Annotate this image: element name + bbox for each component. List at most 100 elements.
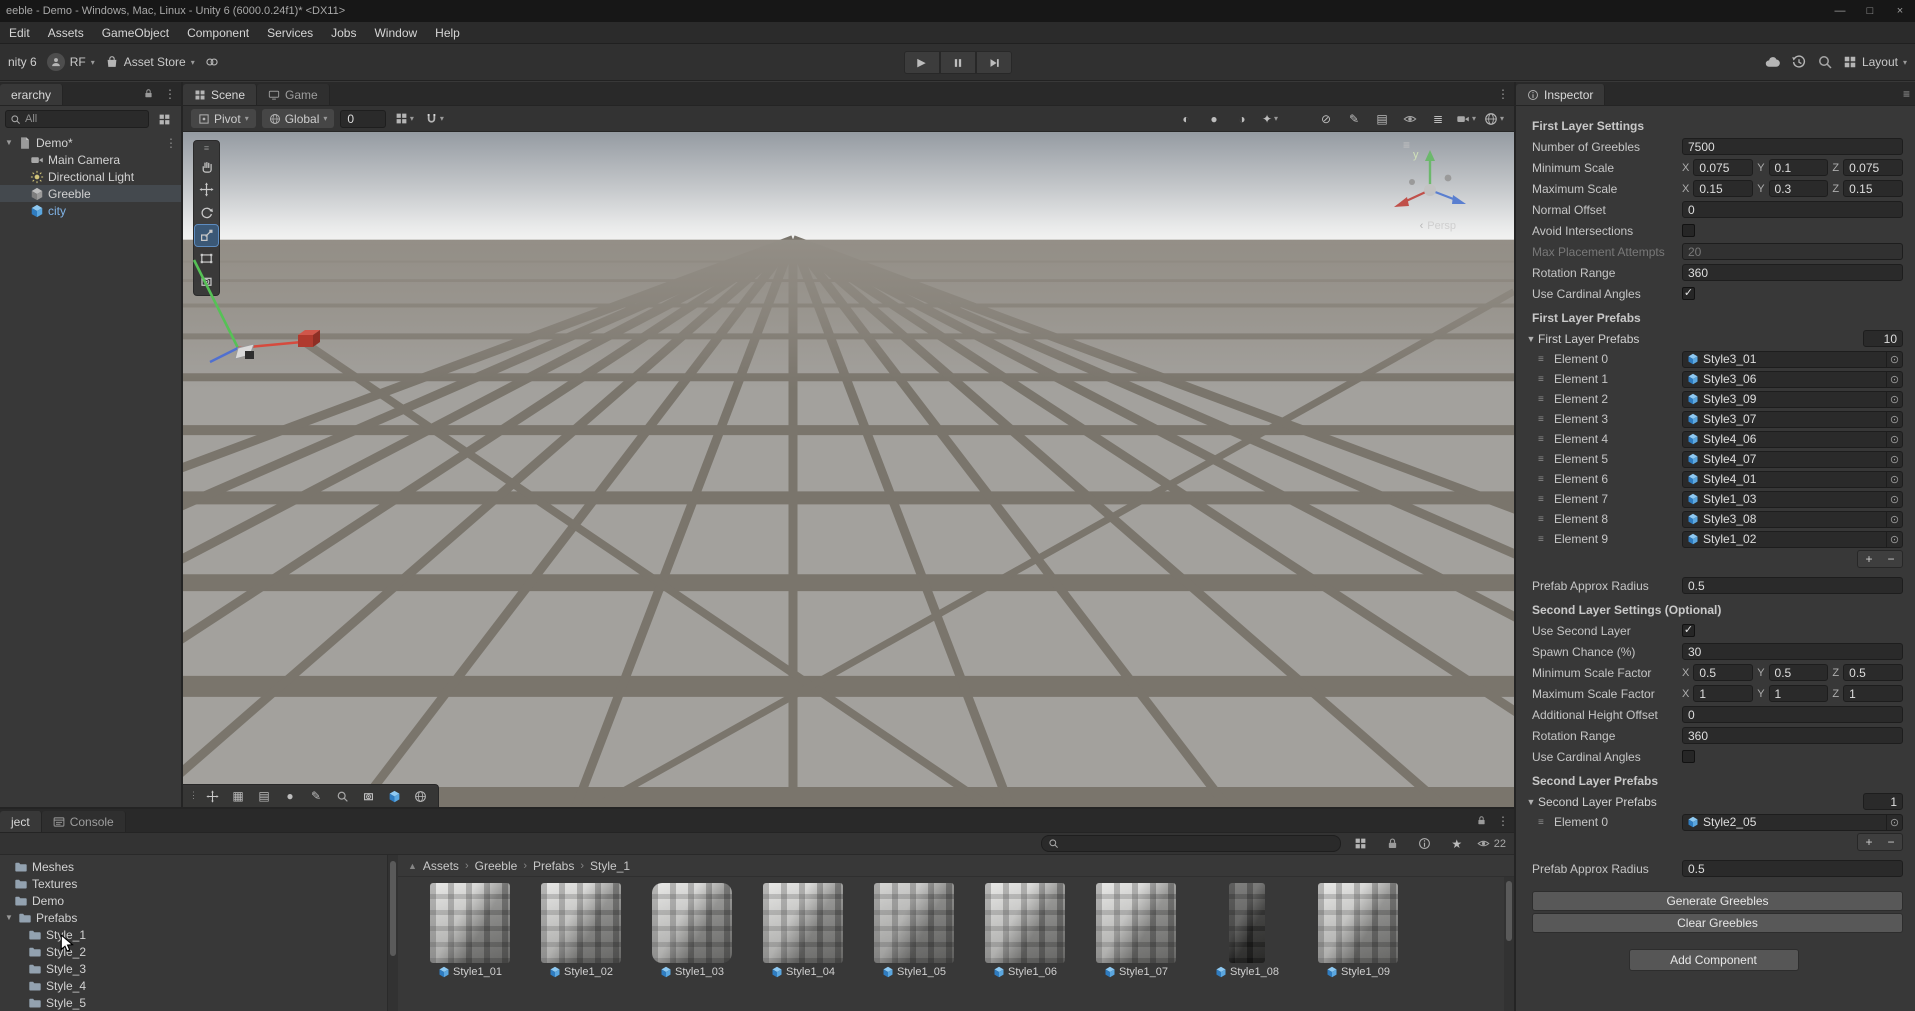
search-by-type-icon[interactable]: [1349, 834, 1373, 854]
array-size-field[interactable]: 10: [1863, 330, 1903, 347]
hierarchy-search-input[interactable]: All: [5, 110, 149, 128]
prefab-approx-radius-2-field[interactable]: 0.5: [1682, 860, 1903, 877]
search-filter-icon[interactable]: [153, 113, 176, 126]
object-field[interactable]: Style3_01 ⊙: [1682, 350, 1903, 368]
normal-offset-field[interactable]: 0: [1682, 201, 1903, 218]
history-icon[interactable]: [1791, 54, 1807, 70]
transform-gizmo[interactable]: [183, 252, 322, 392]
min-scale-z-field[interactable]: 0.075: [1843, 159, 1903, 176]
asset-store-dropdown[interactable]: Asset Store ▾: [105, 55, 195, 69]
hierarchy-item-directional-light[interactable]: Directional Light: [0, 168, 181, 185]
vertex-snap-icon[interactable]: ▤: [252, 786, 276, 806]
rotation-range-2-field[interactable]: 360: [1682, 727, 1903, 744]
folder-style-4[interactable]: Style_4: [0, 977, 387, 994]
tree-scrollbar[interactable]: [388, 855, 398, 1011]
first-layer-prefabs-foldout[interactable]: ▼ First Layer Prefabs 10: [1524, 328, 1903, 349]
foldout-icon[interactable]: ▼: [4, 913, 14, 922]
object-picker-icon[interactable]: ⊙: [1886, 451, 1902, 467]
grid-snap-icon[interactable]: ▦: [226, 786, 250, 806]
max-scale-factor-y-field[interactable]: 1: [1768, 685, 1829, 702]
menu-services[interactable]: Services: [258, 26, 322, 40]
foldout-icon[interactable]: ▼: [1524, 334, 1538, 344]
lock-icon[interactable]: [138, 82, 159, 105]
grid-size-field[interactable]: 0: [340, 109, 387, 128]
max-scale-x-field[interactable]: 0.15: [1693, 180, 1754, 197]
object-field[interactable]: Style3_06 ⊙: [1682, 370, 1903, 388]
breadcrumb-greeble[interactable]: Greeble: [475, 859, 518, 873]
maximize-button[interactable]: □: [1855, 0, 1885, 22]
min-scale-factor-z-field[interactable]: 0.5: [1843, 664, 1903, 681]
object-field[interactable]: Style4_07 ⊙: [1682, 450, 1903, 468]
second-layer-prefabs-foldout[interactable]: ▼ Second Layer Prefabs 1: [1524, 791, 1903, 812]
array-add-button[interactable]: +: [1858, 551, 1880, 567]
max-scale-z-field[interactable]: 0.15: [1843, 180, 1903, 197]
paint-tool-icon[interactable]: ✎: [1342, 109, 1366, 129]
project-search-input[interactable]: [1040, 835, 1341, 852]
menu-gameobject[interactable]: GameObject: [93, 26, 178, 40]
drag-handle-icon[interactable]: ≡: [1538, 494, 1554, 505]
drag-handle-icon[interactable]: ≡: [1538, 414, 1554, 425]
prefab-icon[interactable]: [382, 786, 406, 806]
favorites-star-icon[interactable]: ★: [1445, 834, 1469, 854]
object-field[interactable]: Style3_07 ⊙: [1682, 410, 1903, 428]
pan-tool-icon[interactable]: [200, 786, 224, 806]
object-picker-icon[interactable]: ⊙: [1886, 351, 1902, 367]
hierarchy-item-greeble[interactable]: Greeble: [0, 185, 181, 202]
array-remove-button[interactable]: −: [1880, 834, 1902, 850]
asset-item[interactable]: Style1_01: [422, 883, 518, 1011]
object-field[interactable]: Style4_06 ⊙: [1682, 430, 1903, 448]
close-button[interactable]: ×: [1885, 0, 1915, 22]
folder-style-2[interactable]: Style_2: [0, 943, 387, 960]
drag-handle-icon[interactable]: ≡: [1538, 394, 1554, 405]
object-picker-icon[interactable]: ⊙: [1886, 471, 1902, 487]
drag-handle-icon[interactable]: ≡: [1538, 354, 1554, 365]
use-cardinal-angles-checkbox[interactable]: ✓: [1682, 287, 1695, 300]
object-field[interactable]: Style3_09 ⊙: [1682, 390, 1903, 408]
breadcrumb-prefabs[interactable]: Prefabs: [533, 859, 574, 873]
hidden-objects-icon[interactable]: ⊘: [1314, 109, 1338, 129]
layout-dropdown[interactable]: Layout ▾: [1843, 55, 1907, 69]
transform-icon[interactable]: [356, 786, 380, 806]
menu-jobs[interactable]: Jobs: [322, 26, 365, 40]
object-field[interactable]: Style1_02 ⊙: [1682, 530, 1903, 548]
number-of-greebles-field[interactable]: 7500: [1682, 138, 1903, 155]
lock-icon[interactable]: [1471, 809, 1492, 832]
spawn-chance-field[interactable]: 30: [1682, 643, 1903, 660]
folder-textures[interactable]: Textures: [0, 875, 387, 892]
tab-project[interactable]: ject: [0, 811, 42, 832]
asset-item[interactable]: Style1_04: [755, 883, 851, 1011]
account-dropdown[interactable]: RF ▾: [46, 53, 95, 71]
foldout-icon[interactable]: ▼: [1524, 797, 1538, 807]
snap-magnet-dropdown[interactable]: ▾: [422, 109, 446, 129]
effects-dropdown[interactable]: ✦ ▾: [1258, 109, 1282, 129]
global-dropdown[interactable]: Global ▾: [261, 109, 335, 128]
asset-item[interactable]: Style1_05: [866, 883, 962, 1011]
scene-viewport[interactable]: ≡ ≡ y ‹ Persp ⋮ ▦ ▤ ● ✎: [183, 132, 1514, 807]
menu-window[interactable]: Window: [365, 26, 426, 40]
hamburger-icon[interactable]: ≡: [1898, 82, 1915, 105]
pause-button[interactable]: [939, 51, 976, 74]
gizmos-dropdown[interactable]: ▾: [1482, 109, 1506, 129]
object-field[interactable]: Style1_03 ⊙: [1682, 490, 1903, 508]
array-remove-button[interactable]: −: [1880, 551, 1902, 567]
drag-handle-icon[interactable]: ≡: [1538, 514, 1554, 525]
tab-scene[interactable]: Scene: [183, 84, 258, 105]
object-picker-icon[interactable]: ⊙: [1886, 511, 1902, 527]
asset-item[interactable]: Style1_09: [1310, 883, 1406, 1011]
tab-console[interactable]: Console: [41, 811, 126, 832]
rotation-range-field[interactable]: 360: [1682, 264, 1903, 281]
visibility-toggle-icon[interactable]: [1398, 109, 1422, 129]
object-picker-icon[interactable]: ⊙: [1886, 431, 1902, 447]
min-scale-y-field[interactable]: 0.1: [1768, 159, 1829, 176]
collapse-icon[interactable]: ▲: [408, 861, 417, 871]
grid-snap-dropdown[interactable]: ▾: [392, 109, 416, 129]
rotate-tool-button[interactable]: [195, 202, 218, 223]
max-scale-factor-x-field[interactable]: 1: [1693, 685, 1754, 702]
asset-item[interactable]: Style1_06: [977, 883, 1073, 1011]
array-add-button[interactable]: +: [1858, 834, 1880, 850]
object-field[interactable]: Style2_05 ⊙: [1682, 813, 1903, 831]
shading-mode-icon[interactable]: ◐: [1174, 109, 1198, 129]
camera-view-dropdown[interactable]: ▾: [1454, 109, 1478, 129]
breadcrumb-style-1[interactable]: Style_1: [590, 859, 630, 873]
menu-edit[interactable]: Edit: [0, 26, 39, 40]
